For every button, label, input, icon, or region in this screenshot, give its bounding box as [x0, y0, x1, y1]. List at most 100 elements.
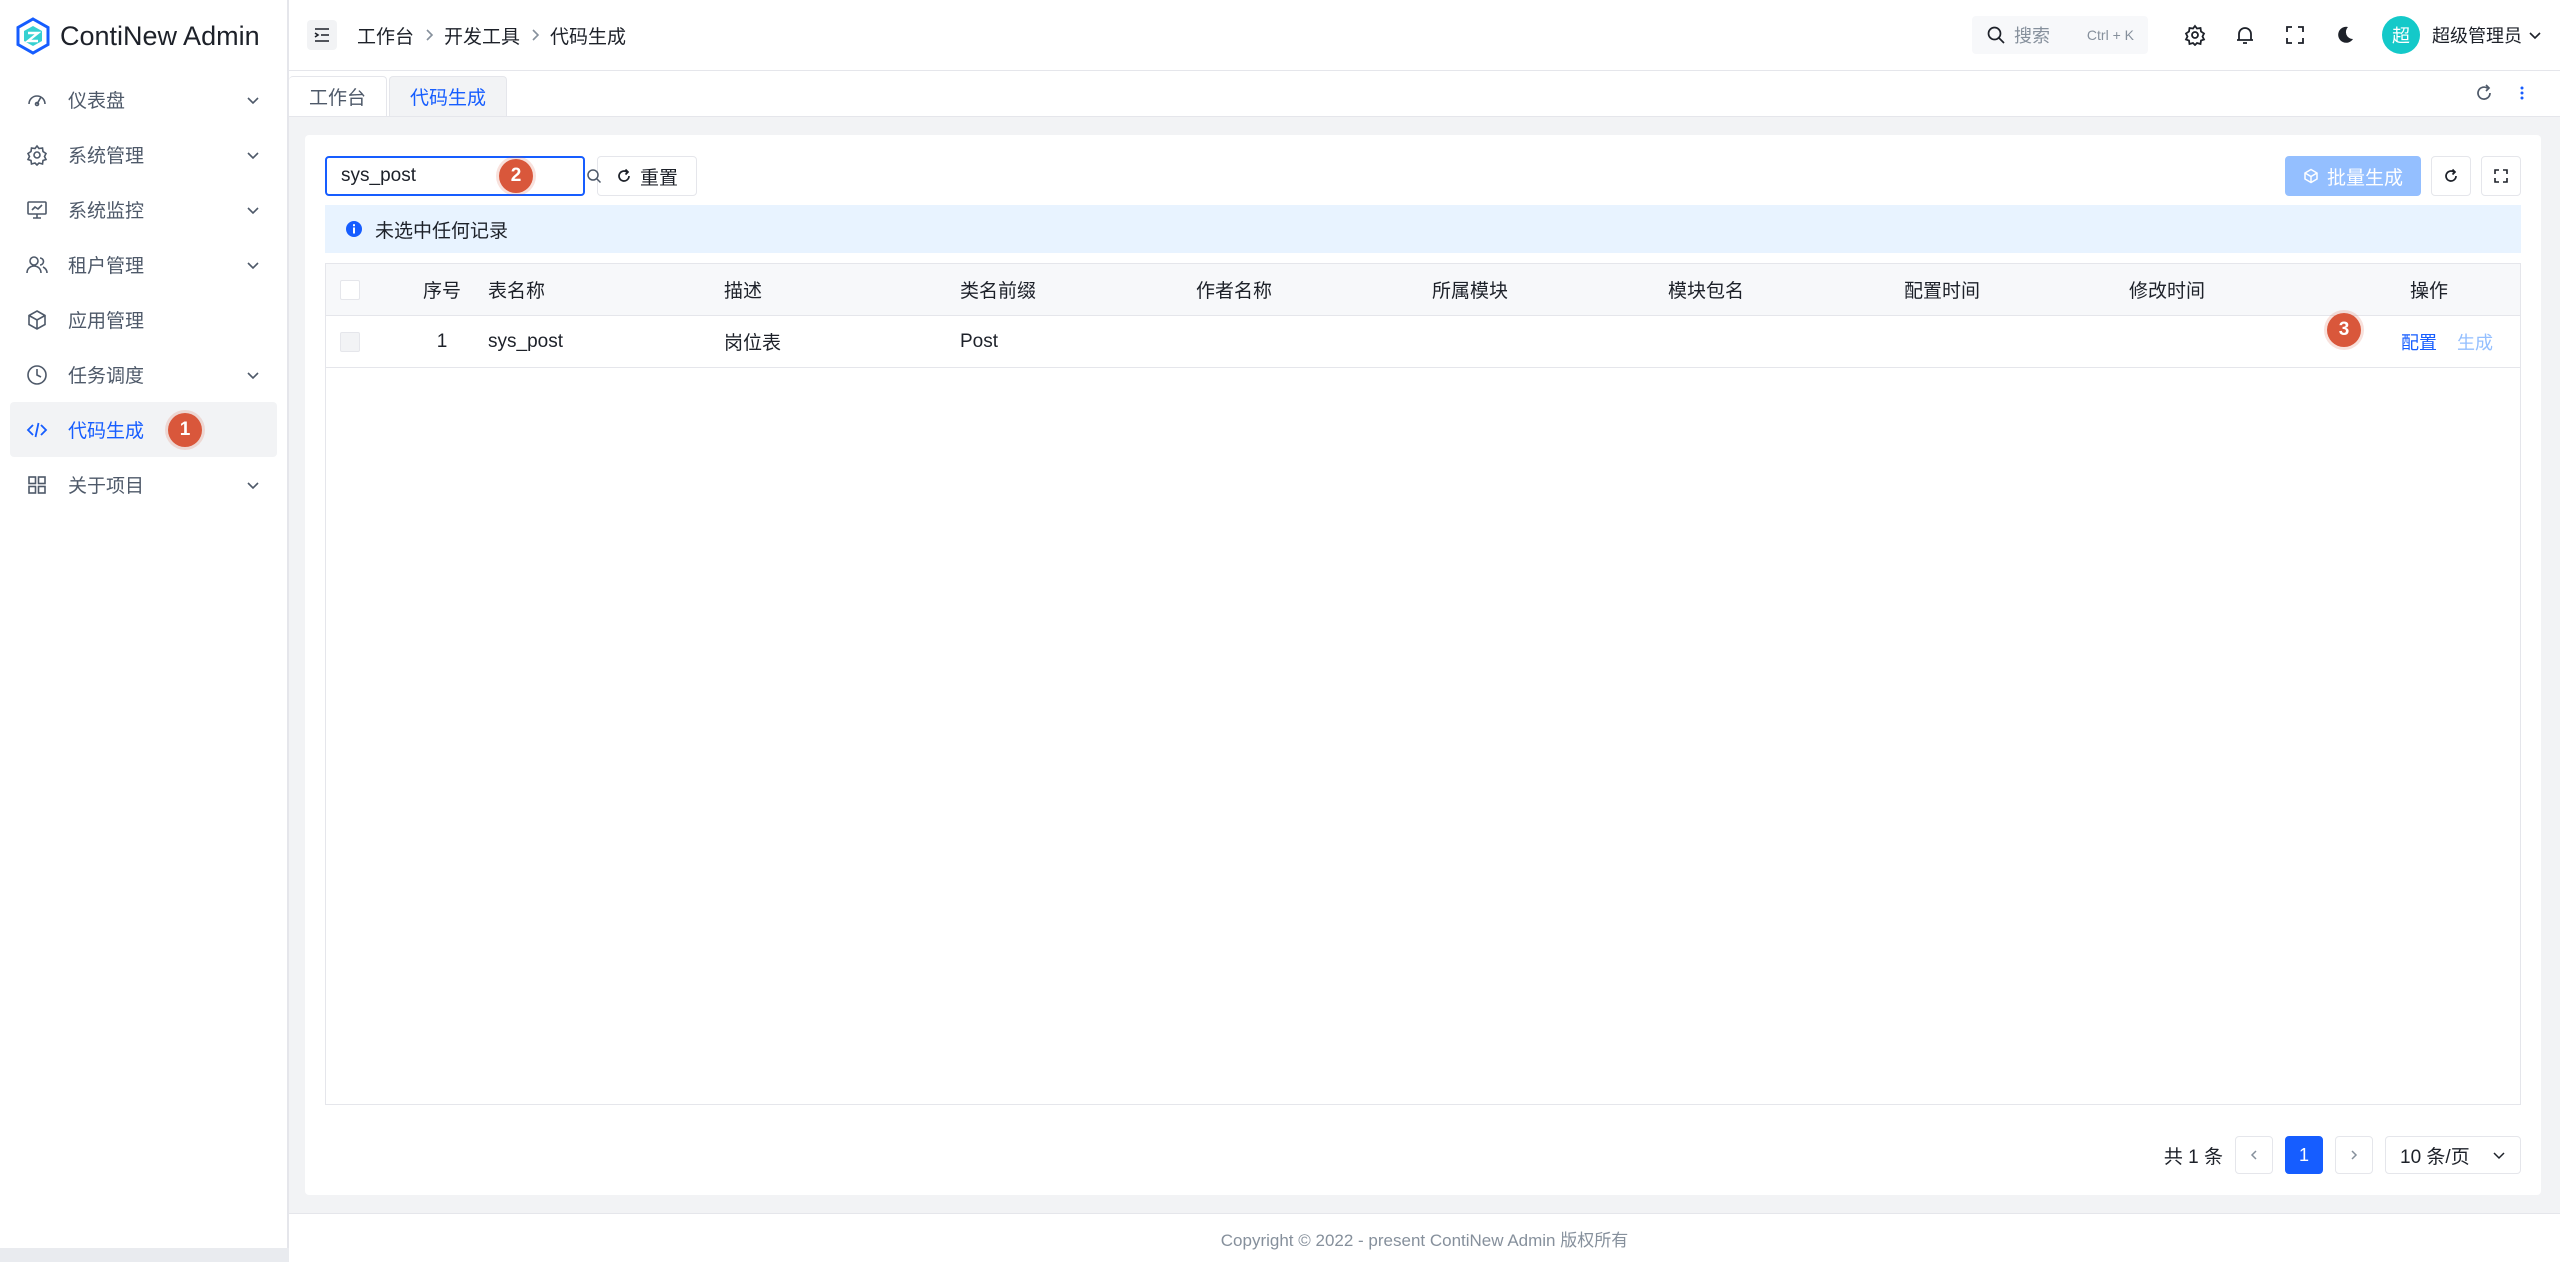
sidebar: ContiNew Admin 仪表盘 系统管理 系统监控 租户管理 应用管理 任…	[0, 0, 289, 1262]
sidebar-item-label: 系统管理	[68, 146, 145, 167]
sidebar-item-label: 租户管理	[68, 256, 145, 277]
refresh-icon	[616, 168, 632, 184]
chevron-down-icon	[245, 367, 261, 383]
breadcrumb-item[interactable]: 工作台	[357, 22, 414, 49]
app-logo[interactable]: ContiNew Admin	[0, 0, 287, 72]
fullscreen-icon	[2493, 168, 2509, 184]
table-fullscreen-button[interactable]	[2481, 156, 2521, 196]
reset-label: 重置	[640, 167, 679, 189]
tab-workbench[interactable]: 工作台	[289, 76, 388, 116]
breadcrumb-item: 代码生成	[550, 26, 627, 48]
sidebar-item-label: 系统监控	[68, 201, 145, 222]
sidebar-item-dashboard[interactable]: 仪表盘	[10, 72, 277, 127]
generate-link[interactable]: 生成	[2457, 329, 2493, 355]
sidebar-item-about[interactable]: 关于项目	[10, 457, 277, 512]
sidebar-menu: 仪表盘 系统管理 系统监控 租户管理 应用管理 任务调度 代码生成 1 关于项目	[0, 72, 287, 512]
table-header: 序号 表名称 描述 类名前缀 作者名称 所属模块 模块包名 配置时间 修改时间 …	[326, 264, 2520, 316]
column-header: 类名前缀	[960, 281, 1037, 302]
row-select-cell	[340, 331, 370, 352]
breadcrumb: 工作台 开发工具 代码生成	[357, 22, 626, 49]
column-header: 序号	[422, 281, 461, 302]
sidebar-item-label: 关于项目	[68, 476, 145, 497]
main-card: 2 重置 批量生成 未选中任何记录	[305, 135, 2541, 1195]
dashboard-icon	[26, 89, 48, 111]
search-icon	[1986, 25, 2006, 45]
column-header: 描述	[724, 281, 763, 302]
info-icon	[345, 220, 363, 238]
copyright-text: Copyright © 2022 - present ContiNew Admi…	[1220, 1230, 1629, 1250]
pagination-total: 共 1 条	[2163, 1146, 2223, 1168]
select-all-cell	[340, 279, 370, 300]
select-all-checkbox[interactable]	[340, 279, 360, 300]
page-number-current[interactable]: 1	[2285, 1136, 2323, 1174]
tab-codegen[interactable]: 代码生成	[389, 76, 508, 116]
breadcrumb-item[interactable]: 开发工具	[444, 22, 520, 49]
chevron-down-icon[interactable]	[2528, 28, 2542, 42]
cell-actions: 3 配置 生成	[2327, 312, 2529, 355]
cell-index: 1	[436, 330, 448, 352]
apps-icon	[26, 474, 48, 496]
fullscreen-icon[interactable]	[2282, 22, 2308, 48]
step-badge-2: 2	[499, 159, 533, 193]
step-badge-3: 3	[2327, 312, 2361, 347]
user-name[interactable]: 超级管理员	[2432, 22, 2522, 48]
batch-generate-label: 批量生成	[2326, 167, 2403, 189]
sidebar-item-monitor[interactable]: 系统监控	[10, 182, 277, 237]
search-input[interactable]	[327, 158, 586, 194]
cube-icon	[26, 309, 48, 331]
sidebar-item-codegen[interactable]: 代码生成 1	[10, 402, 277, 457]
tabs-tools	[2474, 70, 2560, 116]
chevron-down-icon	[245, 477, 261, 493]
batch-generate-button[interactable]: 批量生成	[2284, 156, 2421, 196]
continew-logo-icon	[16, 17, 50, 55]
chevron-down-icon	[245, 147, 261, 163]
chevron-right-icon	[422, 28, 436, 42]
sidebar-item-label: 应用管理	[68, 311, 145, 332]
selection-alert: 未选中任何记录	[325, 205, 2521, 253]
app-name: ContiNew Admin	[60, 20, 260, 51]
sidebar-item-app[interactable]: 应用管理	[10, 292, 277, 347]
search-icon[interactable]	[586, 158, 602, 194]
pagination: 共 1 条 1 10 条/页	[2164, 1135, 2521, 1175]
cell-description: 岗位表	[724, 333, 782, 354]
dark-mode-moon-icon[interactable]	[2332, 22, 2358, 48]
sidebar-item-tenant[interactable]: 租户管理	[10, 237, 277, 292]
menu-collapse-button[interactable]	[307, 20, 337, 50]
search-shortcut: Ctrl + K	[2086, 27, 2134, 43]
menu-fold-icon	[313, 26, 331, 44]
step-badge-1: 1	[168, 412, 203, 447]
bell-icon[interactable]	[2232, 22, 2258, 48]
page-tabs: 工作台 代码生成	[289, 71, 2560, 117]
cell-table-name: sys_post	[488, 330, 563, 352]
row-checkbox[interactable]	[340, 331, 360, 352]
column-header: 作者名称	[1196, 281, 1273, 302]
cell-class-prefix: Post	[960, 330, 999, 352]
refresh-icon[interactable]	[2474, 83, 2494, 103]
avatar[interactable]: 超	[2382, 16, 2420, 54]
reset-button[interactable]: 重置	[597, 156, 698, 196]
prev-page-button[interactable]	[2235, 1136, 2273, 1174]
sidebar-item-schedule[interactable]: 任务调度	[10, 347, 277, 402]
clock-icon	[26, 364, 48, 386]
sidebar-item-label: 仪表盘	[68, 91, 126, 112]
sidebar-scrollbar[interactable]	[0, 1248, 289, 1262]
global-search[interactable]: 搜索 Ctrl + K	[1972, 16, 2148, 54]
table-name-search[interactable]: 2	[325, 156, 602, 196]
page-size-select[interactable]: 10 条/页	[2385, 1136, 2521, 1174]
column-header: 表名称	[488, 281, 546, 302]
sidebar-item-label: 任务调度	[68, 366, 145, 387]
table-row: 1 sys_post 岗位表 Post 3 配置 生成	[326, 312, 2520, 368]
next-page-button[interactable]	[2335, 1136, 2373, 1174]
table-refresh-button[interactable]	[2431, 156, 2471, 196]
header-actions: 搜索 Ctrl + K 超 超级管理员	[1972, 16, 2542, 54]
table-toolbar: 2 重置 批量生成	[325, 155, 2521, 197]
monitor-icon	[26, 199, 48, 221]
refresh-icon	[2443, 168, 2459, 184]
more-vertical-icon[interactable]	[2512, 83, 2532, 103]
config-link[interactable]: 配置	[2401, 329, 2437, 355]
settings-gear-icon[interactable]	[2182, 22, 2208, 48]
cube-icon	[2303, 168, 2319, 184]
sidebar-item-label: 代码生成	[68, 421, 145, 442]
gear-icon	[26, 144, 48, 166]
sidebar-item-system[interactable]: 系统管理	[10, 127, 277, 182]
